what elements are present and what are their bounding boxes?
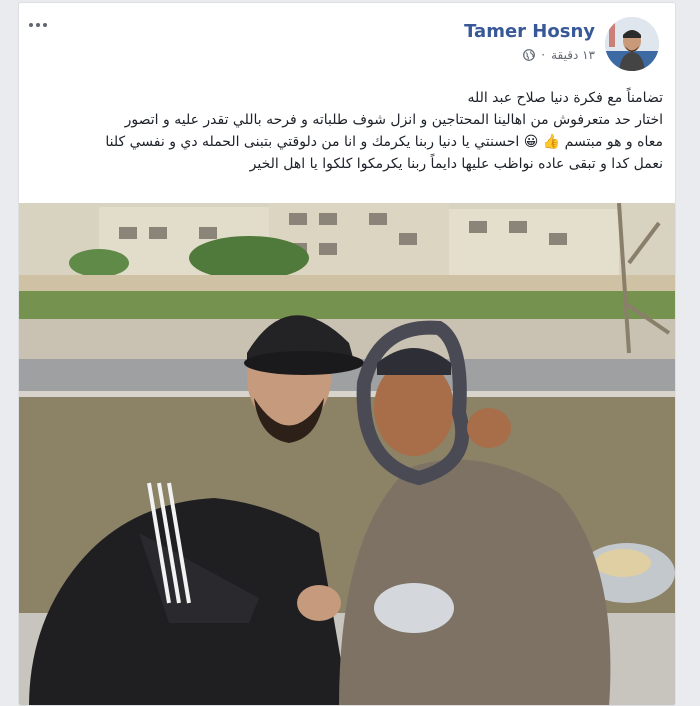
post-text-segment: احسنتي يا دنيا ربنا يكرمك و انا من دلوقت… <box>105 134 520 150</box>
separator: · <box>541 48 546 62</box>
globe-icon[interactable] <box>523 49 536 61</box>
post-photo[interactable] <box>19 203 675 705</box>
post-meta: ١٣ دقيقة · <box>523 48 595 62</box>
more-options-icon[interactable] <box>29 17 57 33</box>
author-name-link[interactable]: Tamer Hosny <box>464 21 595 42</box>
post-timestamp[interactable]: ١٣ دقيقة <box>551 48 595 62</box>
post-text-line: نعمل كدا و تبقى عاده نواظب عليها دايماً … <box>249 156 663 172</box>
post-text-line: تضامناً مع فكرة دنيا صلاح عبد الله <box>467 90 663 106</box>
post-card: Tamer Hosny ١٣ دقيقة · تضامناً مع فكرة د… <box>18 2 676 706</box>
grinning-face-icon: 😀 <box>523 134 539 150</box>
post-text-line: اختار حد متعرفوش من اهالينا المحتاجين و … <box>124 112 663 128</box>
thumbs-up-icon: 👍 <box>542 134 561 150</box>
post-text-line: معاه و هو مبتسم 👍 😀 احسنتي يا دنيا ربنا … <box>33 131 663 153</box>
avatar[interactable] <box>605 17 659 71</box>
post-text: تضامناً مع فكرة دنيا صلاح عبد الله اختار… <box>33 87 663 175</box>
post-text-segment: معاه و هو مبتسم <box>564 134 663 150</box>
